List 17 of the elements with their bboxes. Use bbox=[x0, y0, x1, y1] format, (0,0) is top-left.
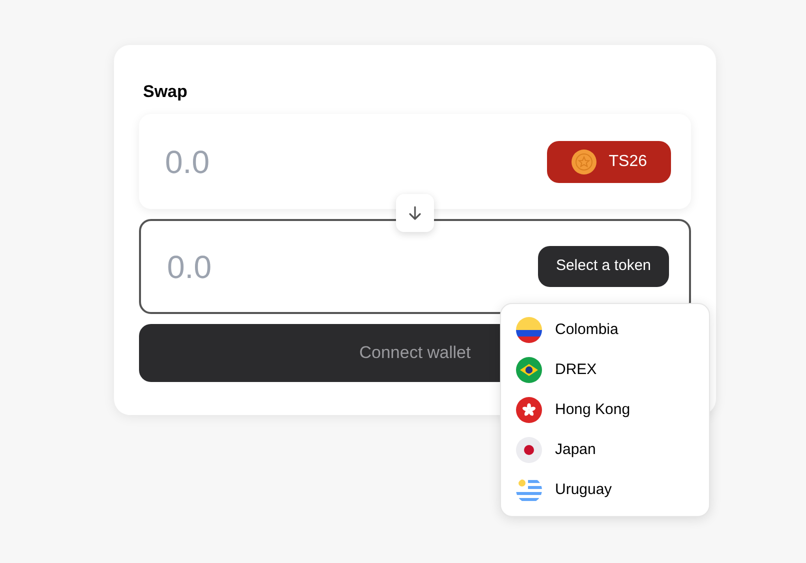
token-button[interactable]: TS26 bbox=[546, 140, 671, 182]
coin-icon bbox=[570, 148, 597, 174]
amount-field[interactable]: 0.0 bbox=[165, 138, 365, 186]
flag-icon bbox=[516, 317, 542, 343]
card-title: Swap bbox=[143, 81, 188, 103]
token-option[interactable]: Hong Kong bbox=[516, 397, 694, 423]
swap-direction-button[interactable] bbox=[396, 194, 434, 232]
token-option[interactable]: Uruguay bbox=[516, 477, 694, 503]
flag-icon bbox=[516, 437, 542, 463]
flag-icon bbox=[516, 357, 542, 383]
token-option[interactable]: Japan bbox=[516, 437, 694, 463]
amount-field[interactable]: 0.0 bbox=[167, 242, 367, 290]
select-token-button[interactable]: Select a token bbox=[538, 246, 669, 287]
flag-icon bbox=[516, 477, 542, 503]
flag-icon bbox=[516, 397, 542, 423]
token-option[interactable]: DREX bbox=[516, 357, 694, 383]
arrow-down-icon bbox=[407, 205, 423, 221]
